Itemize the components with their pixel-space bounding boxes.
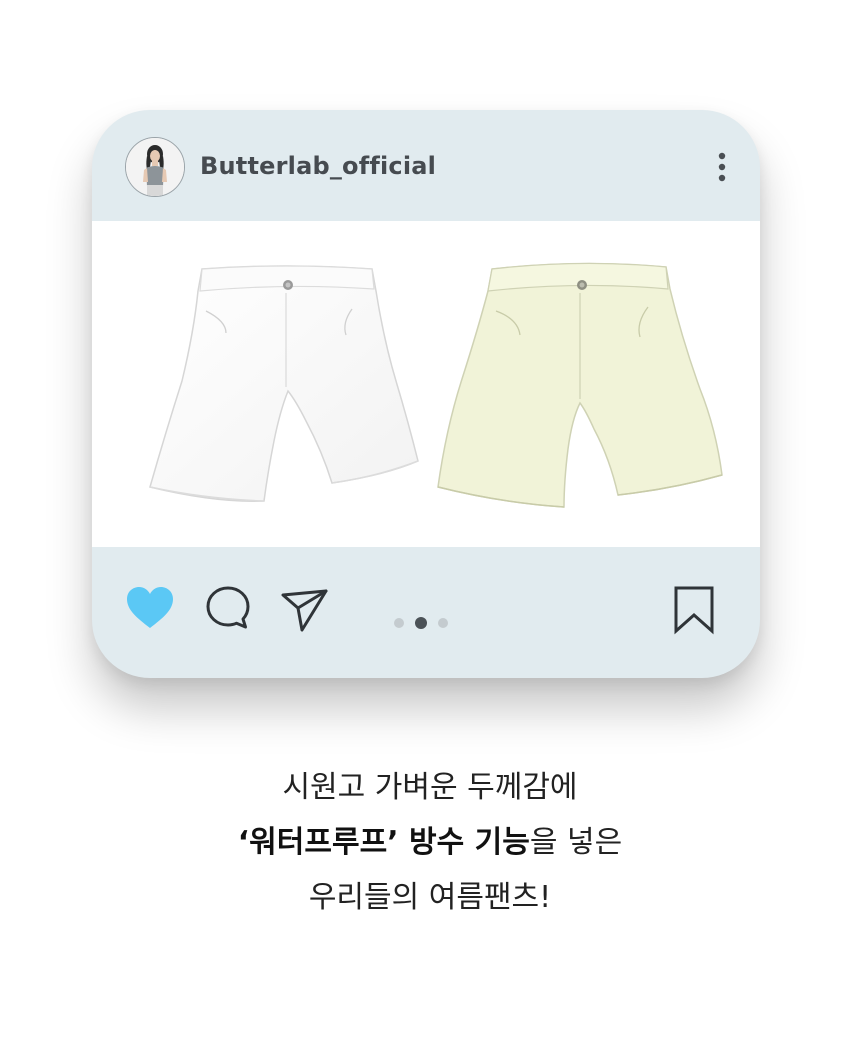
caption-highlight: ‘워터프루프’ 방수 기능 bbox=[237, 825, 530, 860]
caption-line-2: ‘워터프루프’ 방수 기능을 넣은 bbox=[0, 815, 860, 870]
comment-icon bbox=[206, 586, 250, 629]
send-icon bbox=[281, 589, 328, 632]
avatar[interactable] bbox=[125, 137, 185, 197]
share-button[interactable] bbox=[280, 585, 330, 633]
comment-button[interactable] bbox=[205, 585, 251, 631]
bookmark-icon bbox=[674, 586, 714, 635]
carousel-dot[interactable] bbox=[394, 618, 404, 628]
carousel-indicator bbox=[394, 617, 454, 630]
like-button[interactable] bbox=[125, 585, 175, 631]
page: Butterlab_official 시원고 가벼운 두께감에 ‘워터프루프’ … bbox=[0, 0, 860, 1047]
caption-line-1: 시원고 가벼운 두께감에 bbox=[282, 770, 578, 805]
cream-shorts-image bbox=[437, 262, 723, 508]
white-shorts-image bbox=[149, 265, 419, 502]
heart-icon bbox=[127, 587, 173, 628]
avatar-photo bbox=[126, 138, 184, 196]
post-image[interactable] bbox=[92, 221, 760, 547]
instagram-post-card: Butterlab_official bbox=[92, 110, 760, 678]
carousel-dot-active[interactable] bbox=[415, 617, 427, 629]
caption: 시원고 가벼운 두께감에 ‘워터프루프’ 방수 기능을 넣은 우리들의 여름팬츠… bbox=[0, 760, 860, 925]
more-options-button[interactable] bbox=[710, 148, 734, 186]
carousel-dot[interactable] bbox=[438, 618, 448, 628]
caption-line-2-rest: 을 넣은 bbox=[529, 825, 623, 860]
username[interactable]: Butterlab_official bbox=[200, 150, 436, 182]
post-header: Butterlab_official bbox=[92, 110, 760, 221]
more-vertical-icon bbox=[718, 152, 726, 182]
save-button[interactable] bbox=[672, 585, 716, 635]
caption-line-3: 우리들의 여름팬츠! bbox=[308, 880, 552, 915]
post-actions-bar bbox=[92, 547, 760, 678]
